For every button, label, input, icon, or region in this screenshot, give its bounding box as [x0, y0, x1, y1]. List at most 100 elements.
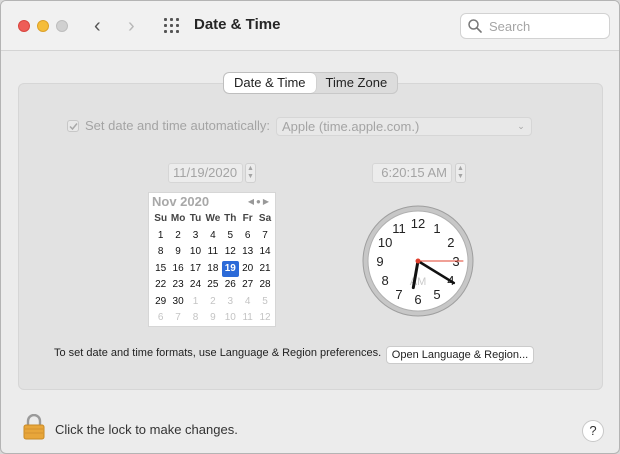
- open-language-region-button[interactable]: Open Language & Region...: [386, 346, 534, 364]
- help-button[interactable]: ?: [582, 420, 604, 442]
- next-month-icon[interactable]: ▶: [263, 197, 271, 206]
- search-icon: [468, 19, 482, 33]
- zoom-button[interactable]: [56, 20, 68, 32]
- formats-hint: To set date and time formats, use Langua…: [54, 347, 382, 359]
- calendar-week: 15 16 17 18 19 20 21: [152, 260, 274, 278]
- calendar-day[interactable]: 16: [169, 261, 186, 278]
- calendar-day[interactable]: 3: [222, 294, 239, 311]
- tab-date-time[interactable]: Date & Time: [224, 73, 316, 93]
- calendar-weekday: Tu: [189, 213, 202, 224]
- calendar-day[interactable]: 12: [256, 310, 273, 327]
- time-server-select[interactable]: Apple (time.apple.com.) ⌄: [276, 117, 532, 136]
- calendar-day[interactable]: 1: [187, 294, 204, 311]
- calendar-day[interactable]: 10: [187, 244, 204, 261]
- tab-control: Date & Time Time Zone: [223, 72, 399, 94]
- calendar-day[interactable]: 15: [152, 261, 169, 278]
- clock-number: 8: [381, 273, 388, 288]
- auto-time-label: Set date and time automatically:: [85, 118, 270, 133]
- date-stepper[interactable]: ▲ ▼: [245, 163, 256, 183]
- calendar-day[interactable]: 12: [222, 244, 239, 261]
- calendar-day[interactable]: 17: [187, 261, 204, 278]
- calendar-day[interactable]: 10: [222, 310, 239, 327]
- calendar-day[interactable]: 22: [152, 277, 169, 294]
- calendar-week: 6 7 8 9 10 11 12: [152, 310, 274, 327]
- calendar-day[interactable]: 4: [204, 228, 221, 245]
- chevron-down-icon: ⌄: [517, 121, 525, 131]
- calendar-day[interactable]: 11: [204, 244, 221, 261]
- calendar-day[interactable]: 21: [256, 261, 273, 278]
- calendar-day[interactable]: 14: [256, 244, 273, 261]
- analog-clock: 121234567891011AM: [362, 205, 474, 317]
- clock-number: 10: [378, 235, 392, 250]
- calendar-day[interactable]: 11: [239, 310, 256, 327]
- calendar-day[interactable]: 29: [152, 294, 169, 311]
- calendar-day[interactable]: 7: [169, 310, 186, 327]
- calendar-day[interactable]: 26: [222, 277, 239, 294]
- close-button[interactable]: [18, 20, 30, 32]
- calendar-weekday: Mo: [170, 213, 186, 224]
- calendar-day[interactable]: 6: [152, 310, 169, 327]
- calendar-weekday: Fr: [242, 213, 253, 224]
- calendar-day[interactable]: 30: [169, 294, 186, 311]
- auto-time-checkbox[interactable]: [67, 120, 79, 132]
- calendar-day[interactable]: 28: [256, 277, 273, 294]
- calendar-day[interactable]: 19: [221, 260, 239, 277]
- time-stepper[interactable]: ▲ ▼: [455, 163, 466, 183]
- clock-number: 5: [433, 287, 440, 302]
- lock-message: Click the lock to make changes.: [55, 422, 238, 437]
- clock-number: 12: [411, 216, 425, 231]
- lock-icon[interactable]: [23, 414, 45, 440]
- calendar-day[interactable]: 13: [239, 244, 256, 261]
- calendar-nav[interactable]: ◀●▶: [248, 197, 271, 206]
- minimize-button[interactable]: [37, 20, 49, 32]
- time-field[interactable]: 6:20:15 AM: [372, 163, 452, 183]
- prev-month-icon[interactable]: ◀: [248, 197, 256, 206]
- calendar-weekday: Su: [154, 213, 168, 224]
- calendar: Nov 2020 ◀●▶ Su Mo Tu We Th Fr Sa 1 2 3 4 5 6 7 8 9 10 11…: [148, 192, 276, 327]
- search-field[interactable]: [460, 13, 610, 39]
- calendar-day[interactable]: 1: [152, 228, 169, 245]
- tab-time-zone[interactable]: Time Zone: [316, 73, 398, 93]
- calendar-day[interactable]: 9: [169, 244, 186, 261]
- clock-center-cap: [415, 258, 421, 264]
- calendar-day[interactable]: 2: [204, 294, 221, 311]
- calendar-day[interactable]: 5: [256, 294, 273, 311]
- calendar-week: 1234567: [152, 228, 274, 245]
- calendar-day[interactable]: 3: [187, 228, 204, 245]
- today-dot-icon[interactable]: ●: [256, 197, 263, 206]
- clock-number: 11: [392, 221, 406, 236]
- calendar-day[interactable]: 8: [187, 310, 204, 327]
- chevron-right-icon[interactable]: ›: [128, 14, 135, 38]
- calendar-week: 22 23 24 25 26 27 28: [152, 277, 274, 294]
- preferences-window: ‹ › Date & Time Date & Time Time Zone Se…: [0, 0, 620, 454]
- clock-number: 2: [447, 235, 454, 250]
- calendar-grid: Su Mo Tu We Th Fr Sa 1 2 3 4 5 6 7 8 9 10 11 12 13 14 15 16 17 1…: [152, 211, 274, 327]
- calendar-day[interactable]: 4: [239, 294, 256, 311]
- chevron-left-icon[interactable]: ‹: [94, 14, 101, 38]
- calendar-day[interactable]: 8: [152, 244, 169, 261]
- calendar-weekday: We: [205, 213, 221, 224]
- calendar-day[interactable]: 5: [222, 228, 239, 245]
- show-all-grid-icon[interactable]: [164, 18, 180, 34]
- calendar-day[interactable]: 9: [204, 310, 221, 327]
- calendar-day[interactable]: 6: [239, 228, 256, 245]
- search-input[interactable]: [489, 18, 604, 35]
- calendar-weekday-row: Su Mo Tu We Th Fr Sa: [152, 211, 274, 228]
- window-title: Date & Time: [194, 16, 281, 33]
- clock-number: 1: [433, 221, 440, 236]
- calendar-week: 8 9 10 11 12 13 14: [152, 244, 274, 261]
- calendar-day[interactable]: 18: [204, 261, 221, 278]
- time-server-value: Apple (time.apple.com.): [282, 119, 420, 134]
- calendar-weekday: Sa: [258, 213, 272, 224]
- calendar-day[interactable]: 23: [169, 277, 186, 294]
- calendar-weekday: Th: [224, 213, 237, 224]
- calendar-day[interactable]: 27: [239, 277, 256, 294]
- calendar-day[interactable]: 25: [204, 277, 221, 294]
- calendar-day[interactable]: 7: [256, 228, 273, 245]
- calendar-day[interactable]: 20: [239, 261, 256, 278]
- calendar-day[interactable]: 24: [187, 277, 204, 294]
- checkmark-icon: [69, 123, 78, 131]
- date-field[interactable]: 11/19/2020: [168, 163, 243, 183]
- title-bar: ‹ › Date & Time: [1, 1, 619, 51]
- calendar-day[interactable]: 2: [169, 228, 186, 245]
